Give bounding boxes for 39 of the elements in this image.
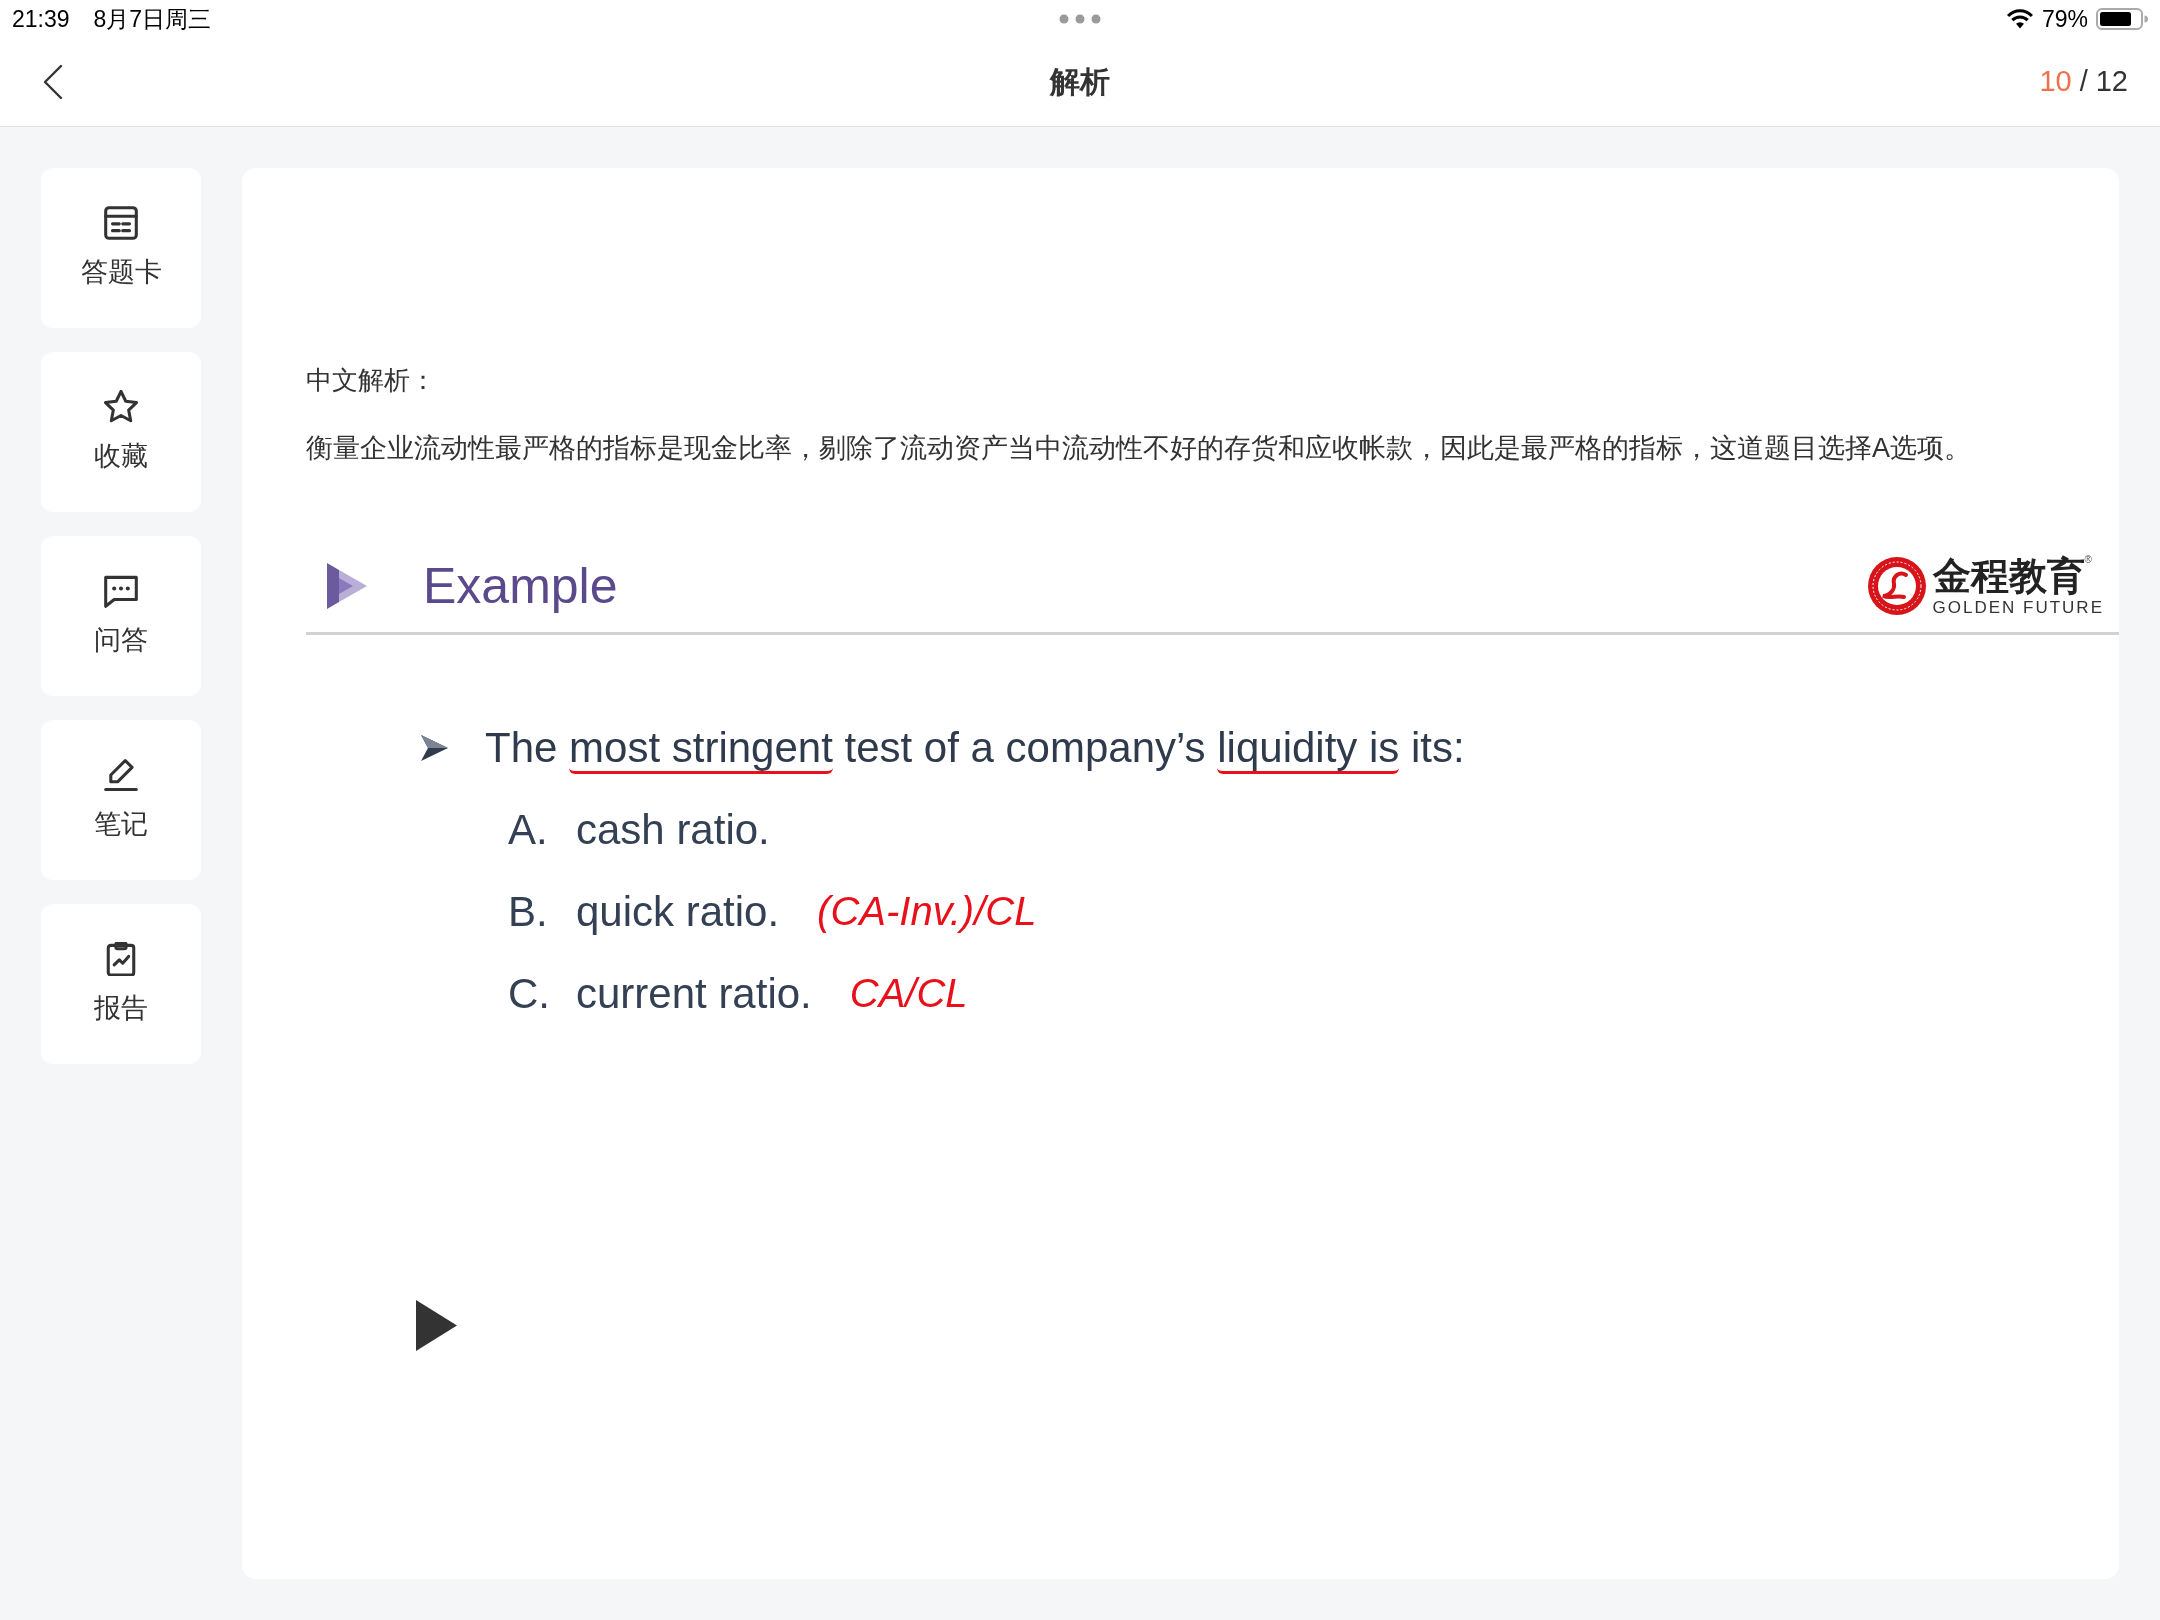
- wifi-icon: [2005, 8, 2034, 30]
- option-text: quick ratio.: [576, 886, 780, 937]
- play-icon: [416, 1300, 457, 1351]
- pencil-icon: [104, 758, 138, 792]
- star-icon: [104, 390, 138, 424]
- option-letter: B.: [508, 886, 549, 937]
- question-text: The most stringent test of a company’s liquidity is its:: [485, 718, 1465, 778]
- status-time: 21:39: [12, 4, 70, 34]
- sidebar-item[interactable]: 收藏: [41, 352, 201, 512]
- slide-title: Example: [423, 561, 618, 611]
- battery-percentage: 79%: [2041, 4, 2088, 34]
- page-title: 解析: [1050, 64, 1110, 101]
- sidebar-item[interactable]: 答题卡: [41, 168, 201, 328]
- seal-icon: [1866, 556, 1927, 616]
- analysis-heading: 中文解析：: [306, 364, 437, 397]
- triangle-logo-icon: [325, 561, 369, 611]
- analysis-text: 衡量企业流动性最严格的指标是现金比率，剔除了流动资产当中流动性不好的存货和应收帐款，因此是最严格的指标，这道题目选择A选项。: [306, 432, 1972, 465]
- chevron-left-icon: [43, 63, 63, 100]
- more-dots-icon[interactable]: [1059, 13, 1101, 24]
- option-text: cash ratio.: [576, 804, 770, 855]
- logo-text: 金程教育: [1932, 554, 2085, 598]
- handwritten-note: CA/CL: [849, 970, 968, 1017]
- option-text: current ratio.: [576, 968, 812, 1019]
- sidebar-item[interactable]: 报告: [41, 904, 201, 1064]
- play-button[interactable]: [416, 1300, 457, 1351]
- status-date: 8月7日周三: [93, 4, 212, 34]
- option-letter: A.: [508, 804, 549, 855]
- arrow-bullet-icon: [420, 734, 449, 762]
- clipboard-chart-icon: [104, 942, 138, 976]
- logo-tagline: GOLDEN FUTURE: [1932, 598, 2104, 618]
- registered-mark: ®: [2084, 554, 2092, 565]
- sidebar-item[interactable]: 笔记: [41, 720, 201, 880]
- battery-icon: [2096, 7, 2148, 30]
- sidebar-item[interactable]: 问答: [41, 536, 201, 696]
- handwritten-note: (CA-Inv.)/CL: [817, 888, 1037, 935]
- question-counter: 10 / 12: [2039, 64, 2128, 100]
- option-letter: C.: [508, 968, 551, 1019]
- chat-bubble-icon: [104, 574, 138, 608]
- answer-sheet-icon: [104, 206, 138, 240]
